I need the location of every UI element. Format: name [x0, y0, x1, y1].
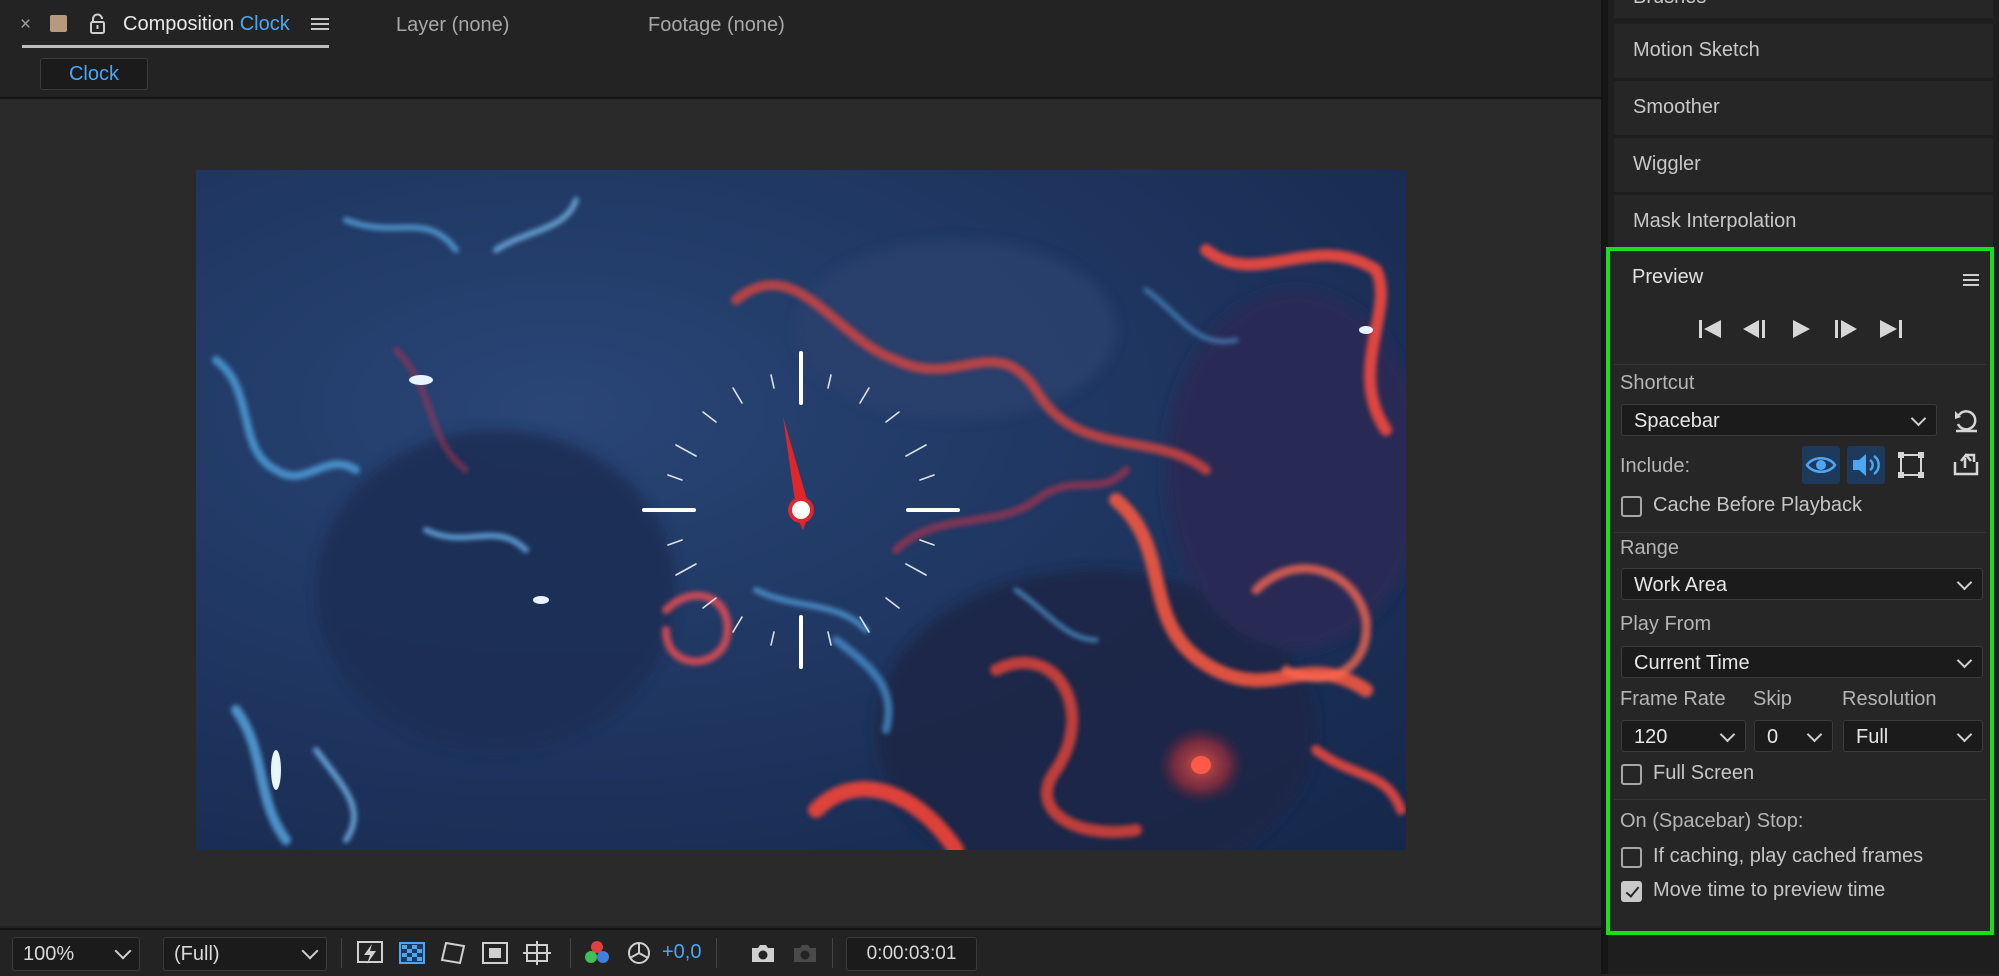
composition-breadcrumb[interactable]: Clock — [40, 58, 148, 90]
panel-wiggler[interactable]: Wiggler — [1614, 138, 1993, 192]
color-management-icon[interactable] — [624, 938, 654, 968]
toolbar-divider — [341, 938, 342, 968]
if-caching-label: If caching, play cached frames — [1653, 845, 1924, 867]
checkbox-box-checked — [1621, 881, 1642, 902]
skip-value: 0 — [1767, 726, 1779, 748]
skip-label: Skip — [1753, 688, 1792, 710]
snapshot-icon[interactable] — [748, 938, 778, 968]
panel-smoother[interactable]: Smoother — [1614, 81, 1993, 135]
range-value: Work Area — [1634, 574, 1727, 596]
chevron-down-icon — [1956, 726, 1973, 743]
composition-frame[interactable] — [196, 170, 1406, 850]
grid-guides-icon[interactable] — [522, 938, 552, 968]
mask-visibility-icon[interactable] — [438, 938, 468, 968]
toolbar-divider — [570, 938, 571, 968]
tab-composition-prefix: Composition — [123, 13, 235, 35]
range-label: Range — [1620, 537, 1679, 559]
zoom-value: 100% — [23, 943, 75, 965]
panel-menu-icon[interactable] — [311, 15, 329, 33]
color-label-icon[interactable] — [50, 15, 67, 32]
full-screen-label: Full Screen — [1653, 762, 1755, 784]
chevron-down-icon — [1910, 410, 1927, 427]
panel-motion-sketch-label: Motion Sketch — [1633, 39, 1760, 61]
move-time-checkbox[interactable]: Move time to preview time — [1621, 879, 1981, 905]
resolution-label: Resolution — [1842, 688, 1937, 710]
close-icon[interactable]: × — [20, 14, 31, 36]
checkbox-box — [1621, 496, 1642, 517]
tab-footage[interactable]: Footage (none) — [648, 14, 785, 37]
video-icon[interactable] — [1802, 446, 1840, 484]
checkbox-box — [1621, 847, 1642, 868]
current-time-display[interactable]: 0:00:03:01 — [846, 937, 977, 971]
tab-composition[interactable]: Composition Clock — [123, 13, 290, 36]
resolution-dropdown[interactable]: Full — [1843, 720, 1983, 752]
preview-title: Preview — [1632, 266, 1704, 288]
cache-before-playback-label: Cache Before Playback — [1653, 494, 1863, 516]
frame-rate-value: 120 — [1634, 726, 1668, 748]
resolution-dropdown[interactable]: (Full) — [163, 937, 327, 971]
panel-motion-sketch[interactable]: Motion Sketch — [1614, 24, 1993, 78]
panel-smoother-label: Smoother — [1633, 96, 1720, 118]
shortcut-value: Spacebar — [1634, 410, 1720, 432]
play-from-dropdown[interactable]: Current Time — [1621, 646, 1983, 678]
checkbox-box — [1621, 764, 1642, 785]
chevron-down-icon — [1806, 726, 1823, 743]
if-caching-checkbox[interactable]: If caching, play cached frames — [1621, 845, 1981, 871]
cache-before-playback-checkbox[interactable]: Cache Before Playback — [1621, 494, 1961, 520]
exposure-value[interactable]: +0,0 — [662, 941, 701, 964]
chevron-down-icon — [301, 942, 319, 960]
full-screen-checkbox[interactable]: Full Screen — [1621, 762, 1921, 788]
frame-rate-label: Frame Rate — [1620, 688, 1726, 710]
chevron-down-icon — [114, 942, 132, 960]
section-divider — [1614, 532, 1986, 533]
on-stop-label: On (Spacebar) Stop: — [1620, 810, 1804, 832]
active-tab-indicator — [22, 45, 329, 48]
fast-previews-icon[interactable] — [355, 938, 385, 968]
include-label: Include: — [1620, 455, 1691, 477]
play-from-value: Current Time — [1634, 652, 1750, 674]
region-of-interest-icon[interactable] — [480, 938, 510, 968]
composition-panel: × Composition Clock Layer (none) Footage… — [0, 0, 1601, 976]
zoom-dropdown[interactable]: 100% — [12, 937, 140, 971]
play-icon[interactable] — [1786, 316, 1816, 342]
reset-icon[interactable] — [1952, 406, 1980, 434]
move-time-label: Move time to preview time — [1653, 879, 1886, 901]
resolution-value: Full — [1856, 726, 1889, 748]
skip-dropdown[interactable]: 0 — [1754, 720, 1833, 752]
toolbar-divider — [832, 938, 833, 968]
audio-icon[interactable] — [1847, 446, 1885, 484]
composition-artwork — [212, 197, 1406, 850]
chevron-down-icon — [1956, 574, 1973, 591]
frame-rate-dropdown[interactable]: 120 — [1621, 720, 1746, 752]
lock-icon[interactable] — [88, 13, 107, 35]
shortcut-dropdown[interactable]: Spacebar — [1621, 404, 1937, 436]
overlays-icon[interactable] — [1892, 446, 1930, 484]
channels-icon[interactable] — [582, 938, 612, 968]
resolution-value: (Full) — [174, 943, 220, 965]
tab-composition-name: Clock — [239, 13, 290, 35]
last-frame-icon[interactable] — [1876, 316, 1906, 342]
chevron-down-icon — [1719, 726, 1736, 743]
panel-brushes-label: Brushes — [1633, 0, 1706, 9]
tab-layer[interactable]: Layer (none) — [396, 14, 509, 37]
viewer-toolbar: 100% (Full) +0,0 0:00:03:01 — [0, 928, 1601, 976]
chevron-down-icon — [1956, 652, 1973, 669]
panel-mask-interpolation-label: Mask Interpolation — [1633, 210, 1797, 232]
export-icon[interactable] — [1952, 450, 1980, 478]
play-from-label: Play From — [1620, 613, 1712, 635]
section-divider — [1614, 364, 1986, 365]
toolbar-divider — [716, 938, 717, 968]
shortcut-label: Shortcut — [1620, 372, 1695, 394]
next-frame-icon[interactable] — [1830, 316, 1860, 342]
range-dropdown[interactable]: Work Area — [1621, 568, 1983, 600]
panel-mask-interpolation[interactable]: Mask Interpolation — [1614, 195, 1993, 249]
show-snapshot-icon[interactable] — [790, 938, 820, 968]
first-frame-icon[interactable] — [1695, 316, 1725, 342]
previous-frame-icon[interactable] — [1740, 316, 1770, 342]
transparency-grid-icon[interactable] — [397, 938, 427, 968]
panel-brushes[interactable]: Brushes — [1614, 0, 1993, 18]
panel-menu-icon[interactable] — [1963, 271, 1979, 289]
panel-wiggler-label: Wiggler — [1633, 153, 1701, 175]
section-divider — [1614, 799, 1986, 800]
